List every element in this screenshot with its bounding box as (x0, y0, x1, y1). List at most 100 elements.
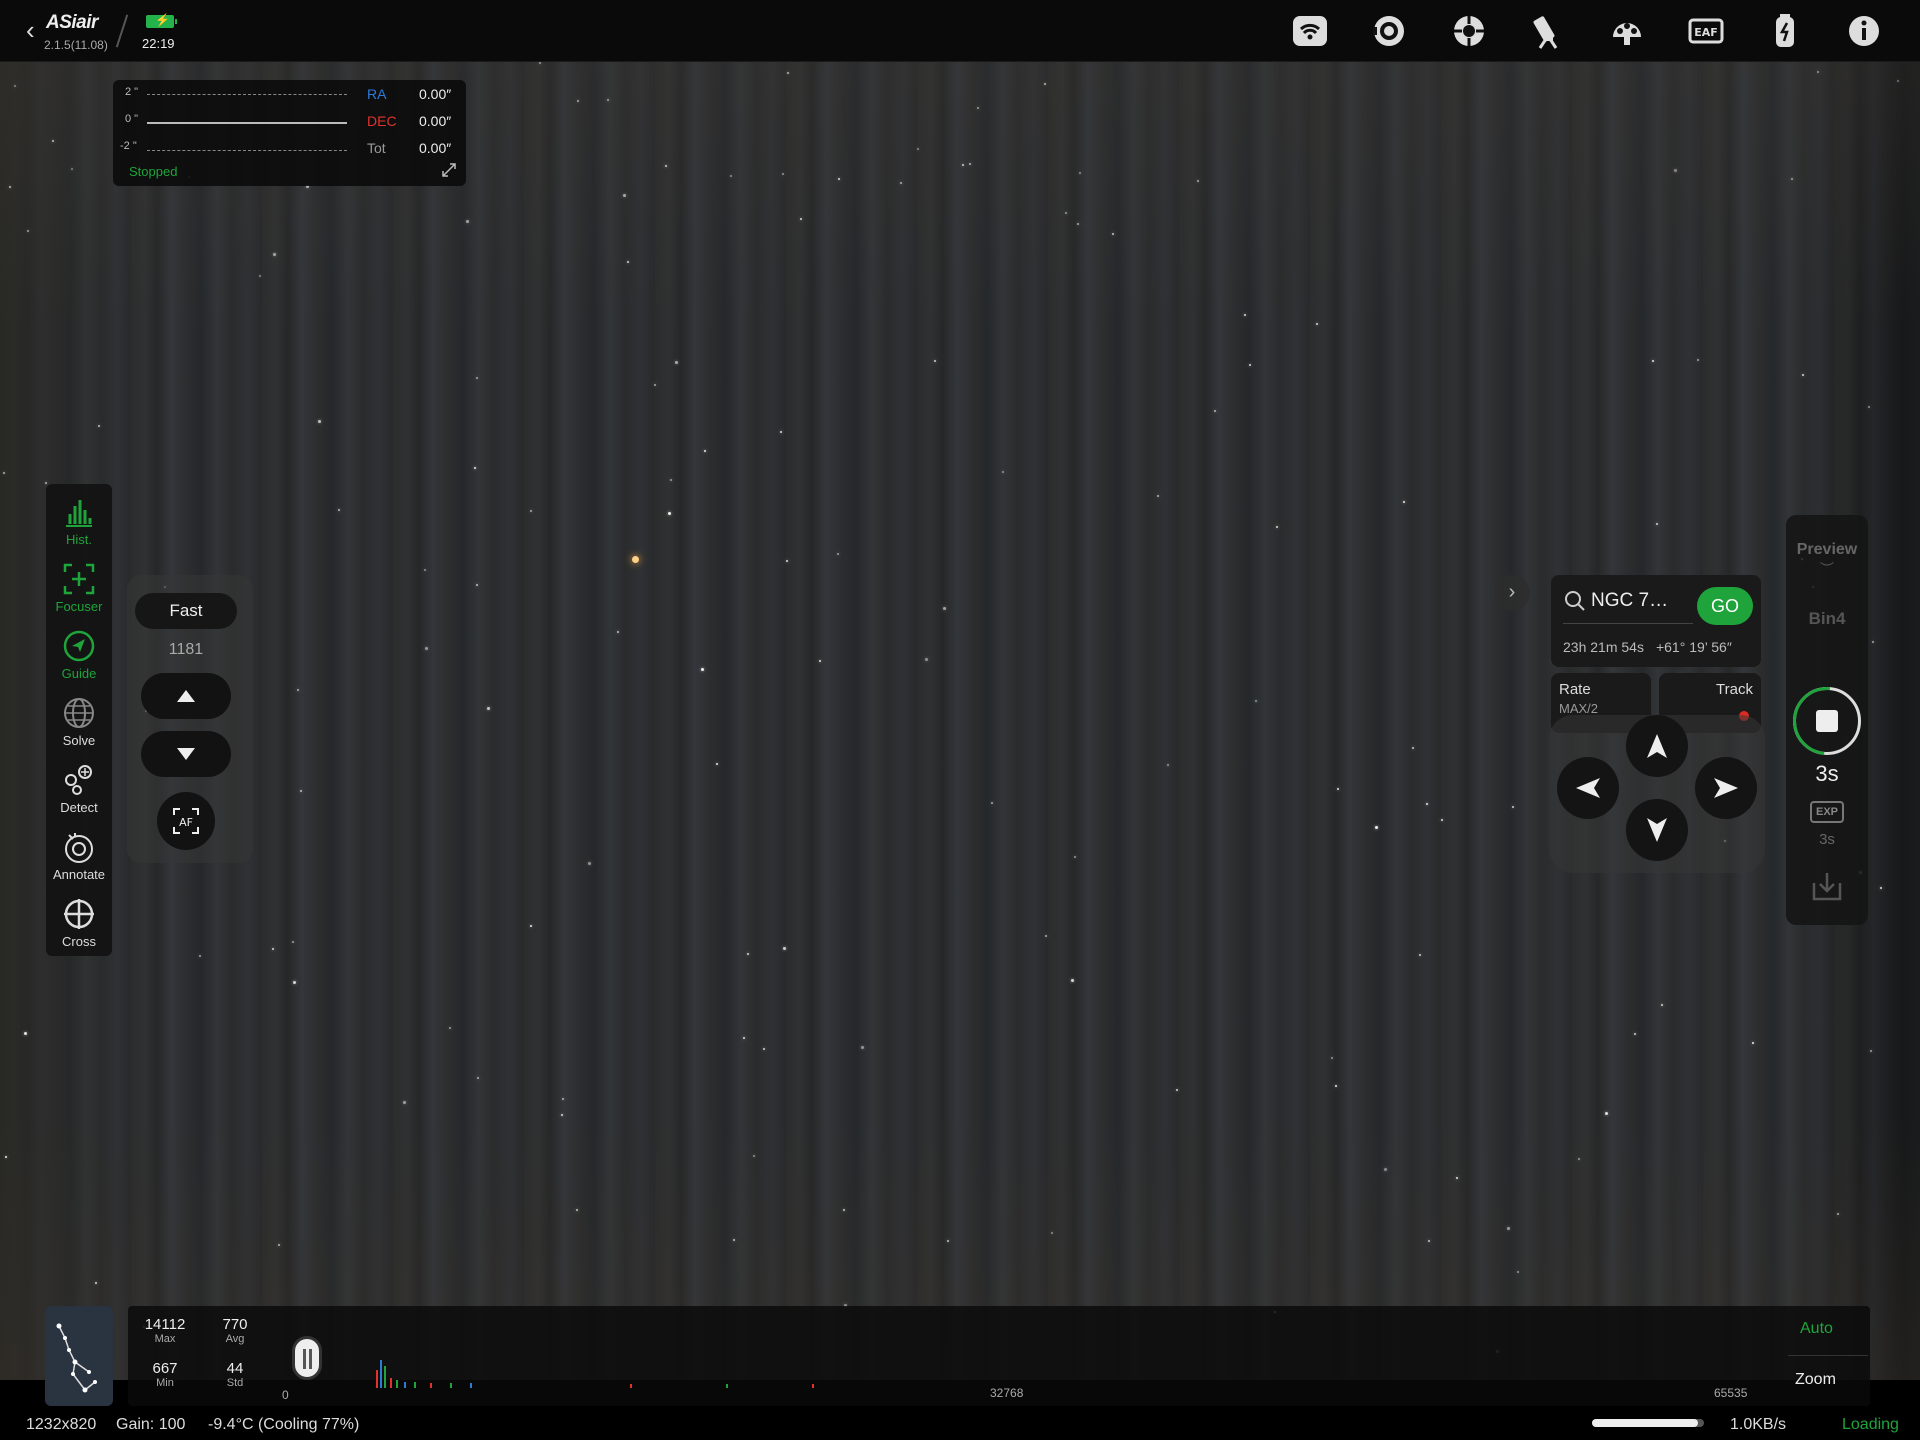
eaf-focuser-icon[interactable]: EAF (1686, 11, 1726, 51)
download-icon[interactable] (1810, 869, 1844, 903)
zoom-button[interactable]: Zoom (1795, 1371, 1836, 1389)
transfer-progress-bar (1592, 1419, 1704, 1427)
power-usb-icon[interactable] (1765, 11, 1805, 51)
star (943, 607, 946, 610)
star (293, 981, 296, 984)
goto-target-name[interactable]: NGC 7… (1591, 590, 1668, 612)
star (730, 175, 732, 177)
tool-annotate[interactable]: Annotate (46, 823, 112, 889)
star (701, 668, 704, 671)
star (1507, 1227, 1510, 1230)
exposure-icon[interactable]: EXP (1810, 801, 1844, 823)
capture-mode[interactable]: Preview (1786, 541, 1868, 559)
filter-wheel-icon[interactable] (1607, 11, 1647, 51)
guide-camera-icon[interactable] (1449, 11, 1489, 51)
crosshair-icon (64, 899, 94, 929)
tool-cross[interactable]: Cross (46, 890, 112, 956)
tool-label: Solve (62, 733, 96, 748)
slew-east-button[interactable] (1695, 757, 1757, 819)
slew-south-button[interactable] (1626, 799, 1688, 861)
star (1441, 819, 1443, 821)
tool-label: Detect (60, 800, 98, 815)
hist-std-label: Std (226, 1377, 244, 1389)
histogram-bar (470, 1383, 472, 1388)
star (1276, 526, 1278, 528)
chevron-down-icon[interactable]: ︶ (1786, 559, 1868, 579)
star (917, 148, 919, 150)
star (5, 1156, 7, 1158)
annotate-icon (65, 833, 93, 863)
star (1428, 1240, 1430, 1242)
tool-histogram[interactable]: Hist. (46, 488, 112, 554)
telescope-mount-icon[interactable] (1528, 11, 1568, 51)
tool-guide[interactable]: Guide (46, 622, 112, 688)
star (1255, 700, 1257, 702)
guide-grid-line (147, 94, 347, 95)
slew-west-button[interactable] (1557, 757, 1619, 819)
star (843, 1209, 845, 1211)
guide-icon (63, 630, 95, 662)
star (1456, 1177, 1458, 1179)
tool-label: Guide (61, 666, 97, 681)
histogram-bar (376, 1370, 378, 1388)
star (259, 275, 261, 277)
tool-solve[interactable]: Solve (46, 689, 112, 755)
histogram-stretch-handle[interactable] (292, 1336, 322, 1380)
star (561, 1114, 563, 1116)
rate-title: Rate (1559, 681, 1591, 698)
expand-icon[interactable] (441, 162, 457, 178)
hist-avg: 770 Avg (200, 1316, 270, 1345)
histogram-bars (300, 1306, 1720, 1388)
binning-setting[interactable]: Bin4 (1786, 609, 1868, 629)
search-icon (1565, 591, 1585, 611)
exposure-setting[interactable]: 3s (1786, 831, 1868, 848)
star (474, 467, 476, 469)
star (1897, 80, 1899, 82)
star (627, 261, 629, 263)
back-icon[interactable]: ‹ (26, 17, 44, 43)
collapse-panel-button[interactable]: › (1494, 575, 1530, 611)
tool-detect[interactable]: Detect (46, 756, 112, 822)
star (1074, 856, 1076, 858)
info-icon[interactable] (1844, 11, 1884, 51)
star (1375, 826, 1378, 829)
goto-button[interactable]: GO (1697, 587, 1753, 625)
tool-focuser[interactable]: Focuser (46, 555, 112, 621)
focuser-down-button[interactable] (141, 731, 231, 777)
histogram-bar (384, 1366, 386, 1388)
autofocus-button[interactable]: AF (157, 792, 215, 850)
hist-std: 44 Std (200, 1360, 270, 1389)
divider (1788, 1355, 1868, 1356)
guide-tot-value: 0.00″ (419, 140, 452, 156)
sky-atlas-thumbnail[interactable] (45, 1306, 113, 1406)
slew-north-button[interactable] (1626, 715, 1688, 777)
histogram-bar (812, 1384, 814, 1388)
tool-label: Focuser (55, 599, 103, 614)
star (747, 953, 749, 955)
star (900, 182, 902, 184)
focuser-speed-button[interactable]: Fast (135, 593, 237, 629)
star (1802, 374, 1804, 376)
star (1752, 1042, 1754, 1044)
arrow-left-icon (1576, 778, 1600, 798)
star (654, 384, 656, 386)
auto-stretch-button[interactable]: Auto (1800, 1320, 1833, 1338)
wifi-icon[interactable] (1290, 11, 1330, 51)
target-ra: 23h 21m 54s (1563, 639, 1644, 655)
guide-graph-panel[interactable]: 2 " 0 " -2 " RA DEC Tot 0.00″ 0.00″ 0.00… (113, 80, 466, 186)
star (71, 168, 73, 170)
star (607, 99, 609, 101)
progress-fill (1592, 1419, 1699, 1427)
star (962, 164, 964, 166)
star (300, 790, 302, 792)
triangle-up-icon (177, 690, 195, 702)
triangle-down-icon (177, 748, 195, 760)
focuser-up-button[interactable] (141, 673, 231, 719)
shutter-stop-button[interactable] (1779, 673, 1875, 769)
star (424, 569, 426, 571)
goto-search-box[interactable]: NGC 7… GO 23h 21m 54s +61° 19’ 56″ (1551, 575, 1761, 667)
star (977, 107, 979, 109)
histogram-panel: 14112 Max 770 Avg 667 Min 44 Std 0 32768 655… (128, 1306, 1870, 1406)
camera-icon[interactable] (1369, 11, 1409, 51)
star (1578, 1158, 1580, 1160)
